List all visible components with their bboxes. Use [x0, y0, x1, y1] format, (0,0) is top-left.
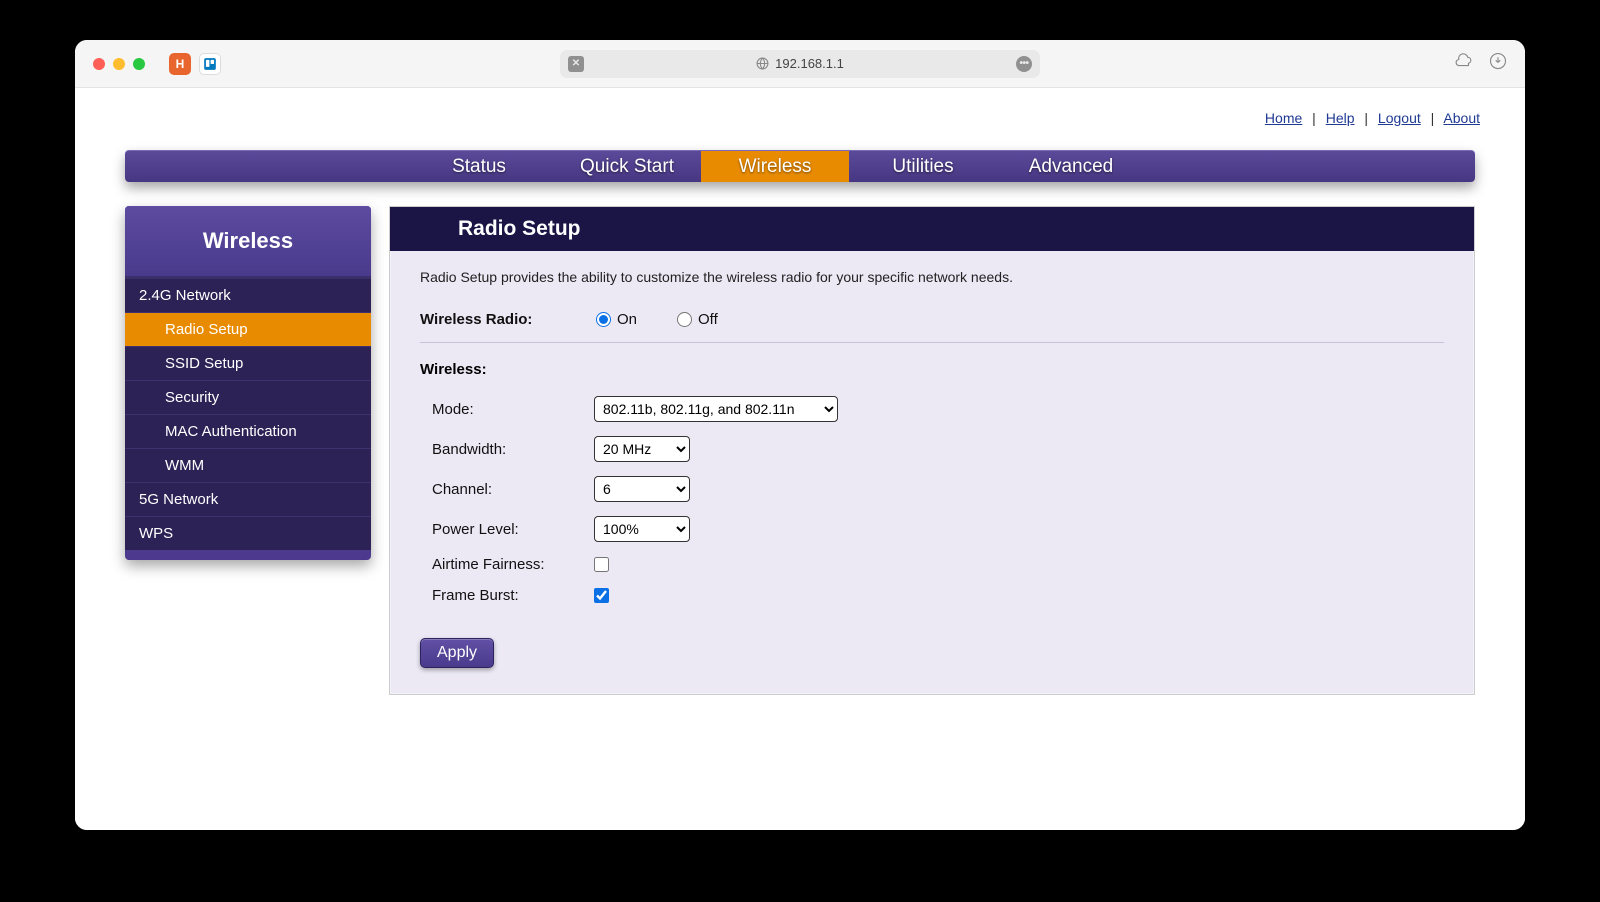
address-bar[interactable]: ✕ 192.168.1.1 •••: [560, 50, 1040, 78]
form-rows: Mode: 802.11b, 802.11g, and 802.11n Band…: [420, 396, 1444, 604]
link-logout[interactable]: Logout: [1378, 110, 1421, 126]
airtime-label: Airtime Fairness:: [432, 556, 594, 573]
sidebar-item-radio[interactable]: Radio Setup: [125, 313, 371, 347]
separator: |: [1312, 110, 1316, 126]
sidebar-item-ssid[interactable]: SSID Setup: [125, 347, 371, 381]
link-home[interactable]: Home: [1265, 110, 1302, 126]
traffic-lights: [93, 58, 145, 70]
airtime-row: Airtime Fairness:: [432, 556, 1444, 573]
separator: |: [1364, 110, 1368, 126]
mode-select[interactable]: 802.11b, 802.11g, and 802.11n: [594, 396, 838, 422]
frameburst-row: Frame Burst:: [432, 587, 1444, 604]
url-text: 192.168.1.1: [775, 56, 844, 71]
power-select[interactable]: 100%: [594, 516, 690, 542]
bandwidth-label: Bandwidth:: [432, 441, 594, 458]
extension-icons: H: [169, 53, 221, 75]
mode-row: Mode: 802.11b, 802.11g, and 802.11n: [432, 396, 1444, 422]
frameburst-checkbox[interactable]: [594, 588, 609, 603]
link-about[interactable]: About: [1443, 110, 1480, 126]
mode-label: Mode:: [432, 401, 594, 418]
wireless-radio-group: On Off: [596, 311, 718, 328]
tab-wireless[interactable]: Wireless: [701, 151, 849, 182]
radio-on-option[interactable]: On: [596, 311, 637, 328]
sidebar-item-24g[interactable]: 2.4G Network: [125, 279, 371, 313]
sidebar-item-5g[interactable]: 5G Network: [125, 483, 371, 517]
frameburst-label: Frame Burst:: [432, 587, 594, 604]
extension-h-icon[interactable]: H: [169, 53, 191, 75]
divider: [420, 342, 1444, 343]
sidebar-item-mac[interactable]: MAC Authentication: [125, 415, 371, 449]
radio-off-input[interactable]: [677, 312, 692, 327]
apply-button[interactable]: Apply: [420, 638, 494, 668]
power-row: Power Level: 100%: [432, 516, 1444, 542]
globe-icon: [756, 57, 769, 73]
extension-trello-icon[interactable]: [199, 53, 221, 75]
radio-off-label: Off: [698, 311, 718, 328]
separator: |: [1431, 110, 1435, 126]
cloud-icon[interactable]: [1455, 52, 1473, 75]
content-area: Wireless 2.4G Network Radio Setup SSID S…: [125, 206, 1475, 695]
titlebar: H ✕ 192.168.1.1 •••: [75, 40, 1525, 88]
tab-status[interactable]: Status: [405, 151, 553, 182]
tab-quickstart[interactable]: Quick Start: [553, 151, 701, 182]
top-links: Home | Help | Logout | About: [75, 88, 1525, 126]
tab-utilities[interactable]: Utilities: [849, 151, 997, 182]
maximize-icon[interactable]: [133, 58, 145, 70]
wireless-radio-label: Wireless Radio:: [420, 311, 596, 328]
link-help[interactable]: Help: [1326, 110, 1355, 126]
sidebar-item-wmm[interactable]: WMM: [125, 449, 371, 483]
main-nav: Status Quick Start Wireless Utilities Ad…: [125, 150, 1475, 182]
minimize-icon[interactable]: [113, 58, 125, 70]
main-panel: Radio Setup Radio Setup provides the abi…: [389, 206, 1475, 695]
stop-reload-icon[interactable]: ✕: [568, 56, 584, 72]
bandwidth-row: Bandwidth: 20 MHz: [432, 436, 1444, 462]
titlebar-right: [1455, 52, 1507, 75]
site-settings-icon[interactable]: •••: [1016, 56, 1032, 72]
panel-description: Radio Setup provides the ability to cust…: [420, 269, 1444, 285]
tab-advanced[interactable]: Advanced: [997, 151, 1145, 182]
radio-on-input[interactable]: [596, 312, 611, 327]
channel-select[interactable]: 6: [594, 476, 690, 502]
power-label: Power Level:: [432, 521, 594, 538]
page-content: Home | Help | Logout | About Status Quic…: [75, 88, 1525, 830]
sidebar-item-wps[interactable]: WPS: [125, 517, 371, 550]
radio-off-option[interactable]: Off: [677, 311, 718, 328]
sidebar: Wireless 2.4G Network Radio Setup SSID S…: [125, 206, 371, 560]
panel-body: Radio Setup provides the ability to cust…: [390, 251, 1474, 694]
channel-row: Channel: 6: [432, 476, 1444, 502]
wireless-section-header: Wireless:: [420, 361, 1444, 378]
wireless-radio-row: Wireless Radio: On Off: [420, 311, 1444, 328]
close-icon[interactable]: [93, 58, 105, 70]
radio-on-label: On: [617, 311, 637, 328]
panel-header: Radio Setup: [390, 207, 1474, 251]
downloads-icon[interactable]: [1489, 52, 1507, 75]
sidebar-title: Wireless: [125, 206, 371, 279]
channel-label: Channel:: [432, 481, 594, 498]
bandwidth-select[interactable]: 20 MHz: [594, 436, 690, 462]
nav-spacer: [125, 151, 405, 182]
browser-window: H ✕ 192.168.1.1 ••• Home | Help: [75, 40, 1525, 830]
airtime-checkbox[interactable]: [594, 557, 609, 572]
sidebar-item-security[interactable]: Security: [125, 381, 371, 415]
